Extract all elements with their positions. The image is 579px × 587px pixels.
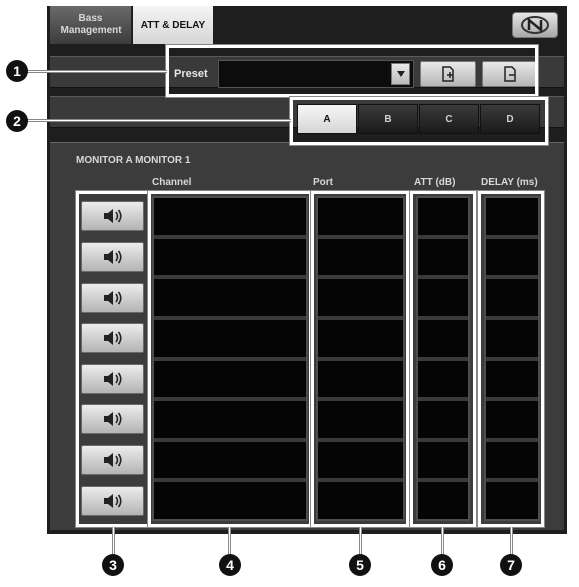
- logo-button[interactable]: [512, 12, 558, 38]
- brand-logo-icon: [521, 16, 549, 34]
- tab-att-delay[interactable]: ATT & DELAY: [133, 6, 213, 44]
- callout-number-2: 2: [6, 110, 28, 132]
- callout-box-6: [409, 190, 477, 528]
- callout-box-2: [289, 96, 549, 146]
- callout-line-4: [228, 527, 231, 555]
- callout-line-6: [441, 527, 444, 555]
- section-title: MONITOR A MONITOR 1: [76, 155, 191, 166]
- callout-line-3: [112, 527, 115, 555]
- callout-box-1: [165, 44, 539, 98]
- column-header-att: ATT (dB): [414, 177, 456, 188]
- callout-box-7: [477, 190, 545, 528]
- tab-bass-management[interactable]: Bass Management: [50, 6, 132, 44]
- column-header-channel: Channel: [152, 177, 192, 188]
- callout-box-4: [147, 190, 313, 528]
- callout-number-4: 4: [219, 554, 241, 576]
- callout-line-1: [26, 70, 167, 73]
- callout-line-7: [510, 527, 513, 555]
- tab-att-delay-label: ATT & DELAY: [140, 19, 206, 31]
- callout-box-5: [310, 190, 410, 528]
- callout-number-1: 1: [6, 60, 28, 82]
- column-header-port: Port: [313, 177, 333, 188]
- callout-number-5: 5: [349, 554, 371, 576]
- callout-line-5: [359, 527, 362, 555]
- callout-number-6: 6: [431, 554, 453, 576]
- callout-number-7: 7: [500, 554, 522, 576]
- callout-line-2: [26, 119, 291, 122]
- callout-number-3: 3: [102, 554, 124, 576]
- tab-bass-management-label: Bass Management: [60, 13, 122, 36]
- column-header-delay: DELAY (ms): [481, 177, 538, 188]
- callout-box-3: [75, 190, 151, 528]
